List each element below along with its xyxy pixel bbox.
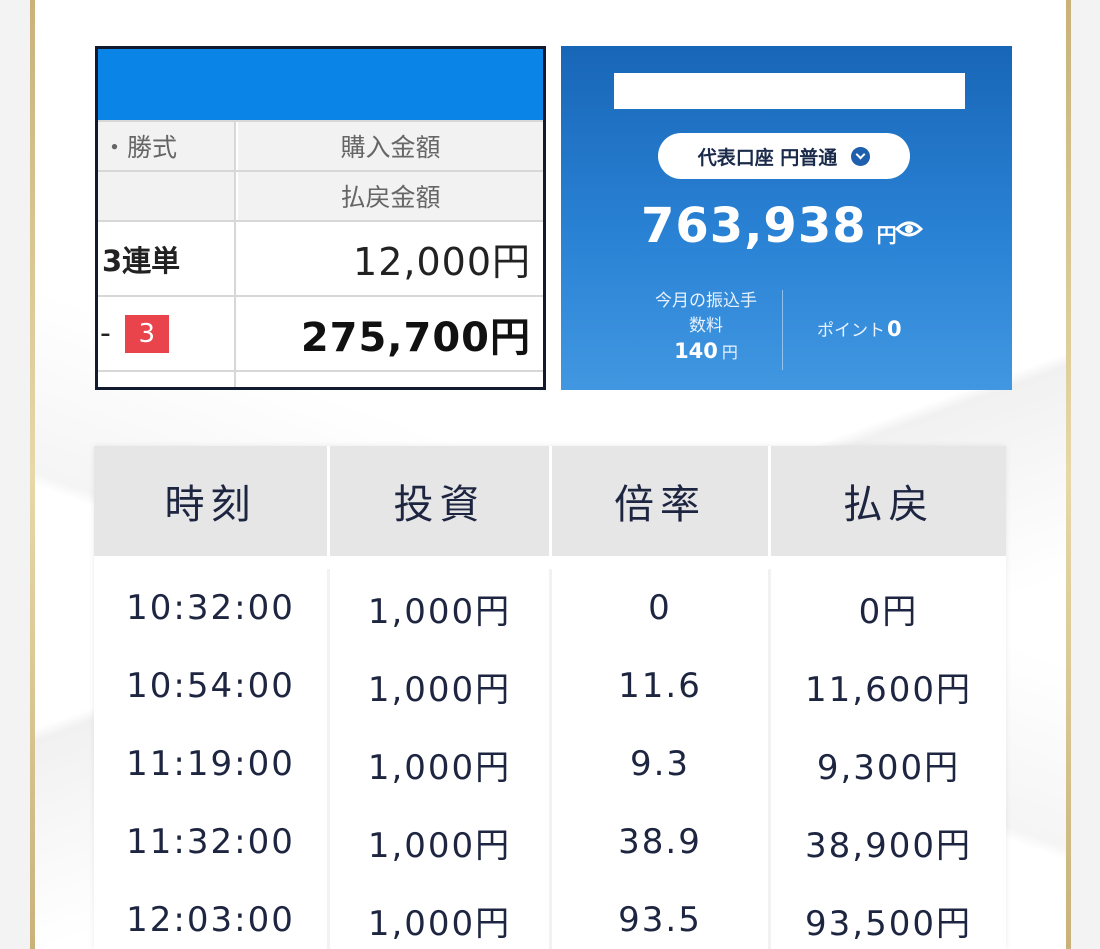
ticket-partial-left (98, 372, 236, 387)
ticket-purchase-amount: 12,000円 (353, 240, 531, 284)
cell-time: 12:03:00 (126, 900, 295, 940)
cell-time: 10:54:00 (126, 666, 295, 706)
ticket-col-empty (98, 172, 236, 220)
ticket-payout-amount: 275,700円 (300, 314, 531, 361)
ticket-col-bet-type: ・勝式 (98, 122, 236, 170)
card-divider (782, 290, 783, 370)
cell-investment: 1,000円 (327, 647, 549, 725)
betting-ticket: ・勝式 購入金額 払戻金額 3連単 12,000円 - 3 275,700円 (95, 46, 546, 390)
cell-investment: 1,000円 (327, 881, 549, 949)
table-row: 12:03:00 1,000円 93.5 93,500円 (94, 881, 1006, 949)
balance-unit: 円 (876, 223, 897, 247)
cell-odds: 93.5 (549, 881, 768, 949)
bank-name-redacted (614, 73, 965, 109)
account-label: 代表口座 円普通 (697, 146, 838, 169)
ticket-header-row-2: 払戻金額 (98, 170, 543, 220)
balance-display: 763,938 円 (641, 198, 897, 254)
ticket-col-bet-type-label: ・勝式 (102, 133, 178, 162)
ticket-col-payout-label: 払戻金額 (340, 183, 441, 212)
ticket-purchase-cell: 12,000円 (238, 222, 543, 295)
ticket-partial-row (98, 370, 543, 387)
cell-investment: 1,000円 (327, 569, 549, 647)
eye-icon[interactable] (895, 219, 923, 239)
balance-amount: 763,938 (641, 198, 867, 254)
cell-payout: 0円 (768, 569, 1006, 647)
ticket-bet-type-cell: 3連単 (98, 222, 236, 295)
cell-payout: 93,500円 (768, 881, 1006, 949)
results-table-body: 10:32:00 1,000円 0 0円 10:54:00 1,000円 11.… (94, 556, 1006, 949)
table-row: 10:32:00 1,000円 0 0円 (94, 569, 1006, 647)
account-selector[interactable]: 代表口座 円普通 (658, 133, 910, 179)
bank-balance-card: 代表口座 円普通 763,938 円 今月の振込手 数料 140 円 ポイント0 (561, 46, 1012, 390)
cell-odds: 0 (549, 569, 768, 647)
transfer-fee-label-line1: 今月の振込手 (655, 291, 757, 311)
cell-payout: 11,600円 (768, 647, 1006, 725)
cell-investment: 1,000円 (327, 725, 549, 803)
ticket-partial-right (238, 372, 543, 387)
ticket-combo-cell: - 3 (98, 297, 236, 370)
results-table-header: 時刻 投資 倍率 払戻 (94, 446, 1006, 556)
column-header-odds: 倍率 (549, 446, 768, 556)
transfer-fee-block: 今月の振込手 数料 140 円 (631, 289, 781, 366)
transfer-fee-value-line: 140 円 (631, 339, 781, 366)
cell-odds: 11.6 (549, 647, 768, 725)
ticket-bet-type: 3連単 (102, 243, 181, 278)
points-label: ポイント (817, 321, 885, 341)
chevron-down-icon (851, 146, 871, 166)
ticket-col-payout: 払戻金額 (238, 172, 543, 220)
ticket-combo-badge: 3 (124, 314, 169, 353)
points-display: ポイント0 (817, 316, 902, 341)
ticket-col-purchase-label: 購入金額 (340, 133, 441, 162)
cell-odds: 9.3 (549, 725, 768, 803)
ticket-header-bar (98, 49, 543, 120)
cell-investment: 1,000円 (327, 803, 549, 881)
frame-right-border (1066, 0, 1071, 949)
transfer-fee-label-line2: 数料 (689, 316, 723, 336)
table-row: 10:54:00 1,000円 11.6 11,600円 (94, 647, 1006, 725)
column-header-payout: 払戻 (768, 446, 1006, 556)
cell-time: 11:19:00 (126, 744, 295, 784)
ticket-col-purchase: 購入金額 (238, 122, 543, 170)
cell-odds: 38.9 (549, 803, 768, 881)
ticket-purchase-row: 3連単 12,000円 (98, 220, 543, 295)
cell-payout: 9,300円 (768, 725, 1006, 803)
cell-time: 11:32:00 (126, 822, 295, 862)
points-value: 0 (887, 317, 902, 341)
cell-time: 10:32:00 (126, 588, 295, 628)
column-header-investment: 投資 (327, 446, 549, 556)
ticket-payout-row: - 3 275,700円 (98, 295, 543, 370)
table-row: 11:32:00 1,000円 38.9 38,900円 (94, 803, 1006, 881)
results-table: 時刻 投資 倍率 払戻 10:32:00 1,000円 0 0円 10:54:0… (94, 446, 1006, 949)
transfer-fee-unit: 円 (721, 343, 738, 362)
cell-payout: 38,900円 (768, 803, 1006, 881)
ticket-combo-prefix: - (100, 316, 111, 351)
transfer-fee-value: 140 (674, 339, 718, 363)
ticket-payout-cell: 275,700円 (238, 297, 543, 370)
column-header-time: 時刻 (94, 446, 327, 556)
ticket-header-row: ・勝式 購入金額 (98, 120, 543, 170)
table-row: 11:19:00 1,000円 9.3 9,300円 (94, 725, 1006, 803)
